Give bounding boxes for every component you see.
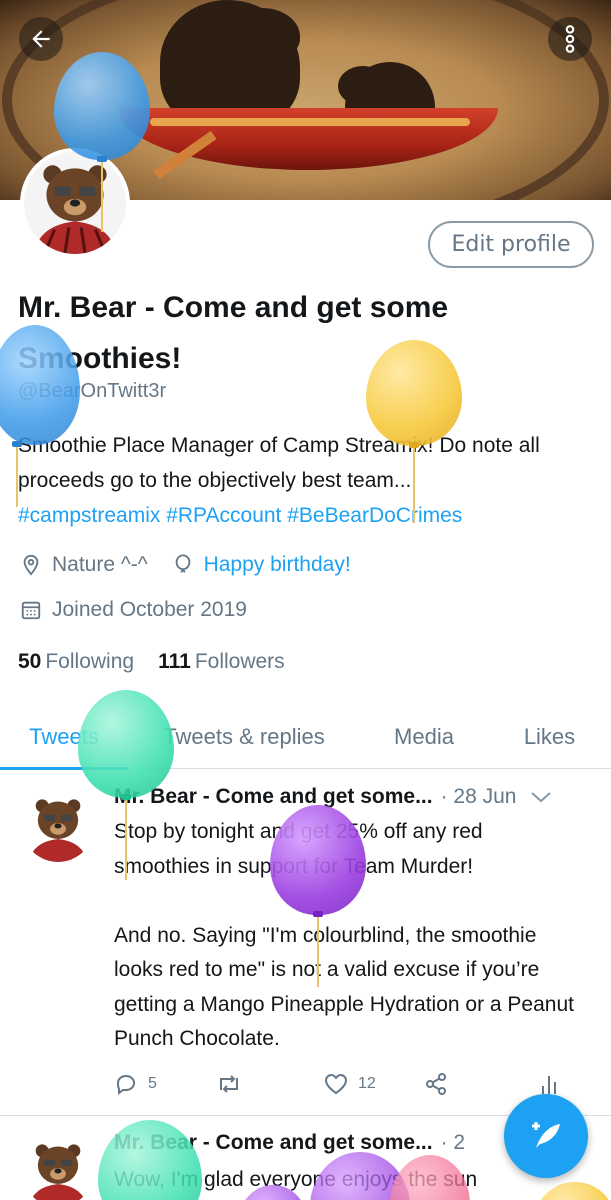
share-icon [426, 1073, 446, 1095]
bio-text: Smoothie Place Manager of Camp Streamix!… [18, 434, 540, 492]
retweet-action[interactable] [216, 1072, 324, 1096]
tab-media[interactable]: Media [360, 705, 488, 769]
profile-meta-joined-row: Joined October 2019 [18, 597, 247, 623]
compose-tweet-button[interactable] [504, 1094, 588, 1178]
followers-label: Followers [194, 650, 285, 673]
profile-name: Mr. Bear - Come and get some Smoothies! [18, 291, 449, 375]
more-vertical-icon [565, 25, 575, 53]
like-action[interactable]: 12 [324, 1073, 424, 1095]
follow-stats: 50 Following 111 Followers [18, 650, 285, 674]
tweet-text: Stop by tonight and get 25% off any red … [114, 820, 574, 1050]
tab-tweets[interactable]: Tweets [0, 705, 128, 770]
calendar-icon [18, 597, 44, 623]
retweet-icon [220, 1075, 238, 1093]
tab-tweets-replies[interactable]: Tweets & replies [128, 705, 360, 769]
share-action[interactable] [424, 1072, 539, 1096]
reply-icon [116, 1074, 136, 1095]
reply-action[interactable]: 5 [114, 1072, 216, 1096]
compose-tweet-icon [532, 1122, 560, 1148]
location-pin-icon [18, 552, 44, 578]
heart-icon [324, 1073, 348, 1095]
following-count: 50 [18, 650, 42, 673]
tweet-author-avatar[interactable] [22, 790, 94, 862]
bear-avatar-drawing [22, 790, 94, 862]
birthday-link[interactable]: Happy birthday! [204, 553, 351, 577]
location-text: Nature ^-^ [52, 553, 148, 576]
tweet-header: Mr. Bear - Come and get some... · 28 Jun [114, 785, 552, 809]
bio-hashtags[interactable]: #campstreamix #RPAccount #BeBearDoCrimes [18, 498, 598, 533]
tweet-author-avatar[interactable] [22, 1135, 94, 1200]
tweet-actions: 5 12 [114, 1072, 559, 1096]
tweet-date[interactable]: · 2 [441, 1131, 466, 1155]
analytics-icon [542, 1076, 556, 1094]
tweet-text: Wow, I'm glad everyone enjoys the sun [114, 1168, 478, 1191]
bear-avatar-drawing [24, 152, 126, 254]
tab-likes[interactable]: Likes [488, 705, 611, 769]
tweet-author-name[interactable]: Mr. Bear - Come and get some... [114, 785, 433, 809]
more-options-button[interactable] [548, 17, 592, 61]
balloon-icon [170, 552, 196, 578]
tweet-header: Mr. Bear - Come and get some... · 2 [114, 1131, 465, 1155]
following-stat[interactable]: 50 Following [18, 650, 134, 674]
tweet-author-name[interactable]: Mr. Bear - Come and get some... [114, 1131, 433, 1155]
profile-tabs: Tweets Tweets & replies Media Likes [0, 705, 611, 770]
following-label: Following [45, 650, 135, 673]
profile-avatar[interactable] [20, 148, 130, 258]
like-count: 12 [358, 1075, 376, 1092]
tweet-date[interactable]: · 28 Jun [441, 785, 517, 809]
followers-count: 111 [158, 650, 191, 673]
profile-meta-location-row: Nature ^-^ Happy birthday! [18, 552, 351, 578]
bear-avatar-drawing [22, 1135, 94, 1200]
edit-profile-button[interactable]: Edit profile [428, 221, 594, 268]
profile-bio: Smoothie Place Manager of Camp Streamix!… [18, 428, 598, 533]
bear-avatar-image [24, 152, 126, 254]
analytics-action[interactable] [539, 1072, 559, 1096]
followers-stat[interactable]: 111 Followers [158, 650, 285, 674]
arrow-left-icon [32, 30, 50, 48]
back-button[interactable] [19, 17, 63, 61]
joined-text: Joined October 2019 [52, 598, 247, 621]
chevron-down-icon[interactable] [530, 790, 552, 804]
small-bear-head [338, 66, 388, 106]
canoe-stripe [150, 118, 470, 126]
profile-handle: @BearOnTwitt3r [18, 380, 167, 402]
reply-count: 5 [148, 1075, 157, 1092]
